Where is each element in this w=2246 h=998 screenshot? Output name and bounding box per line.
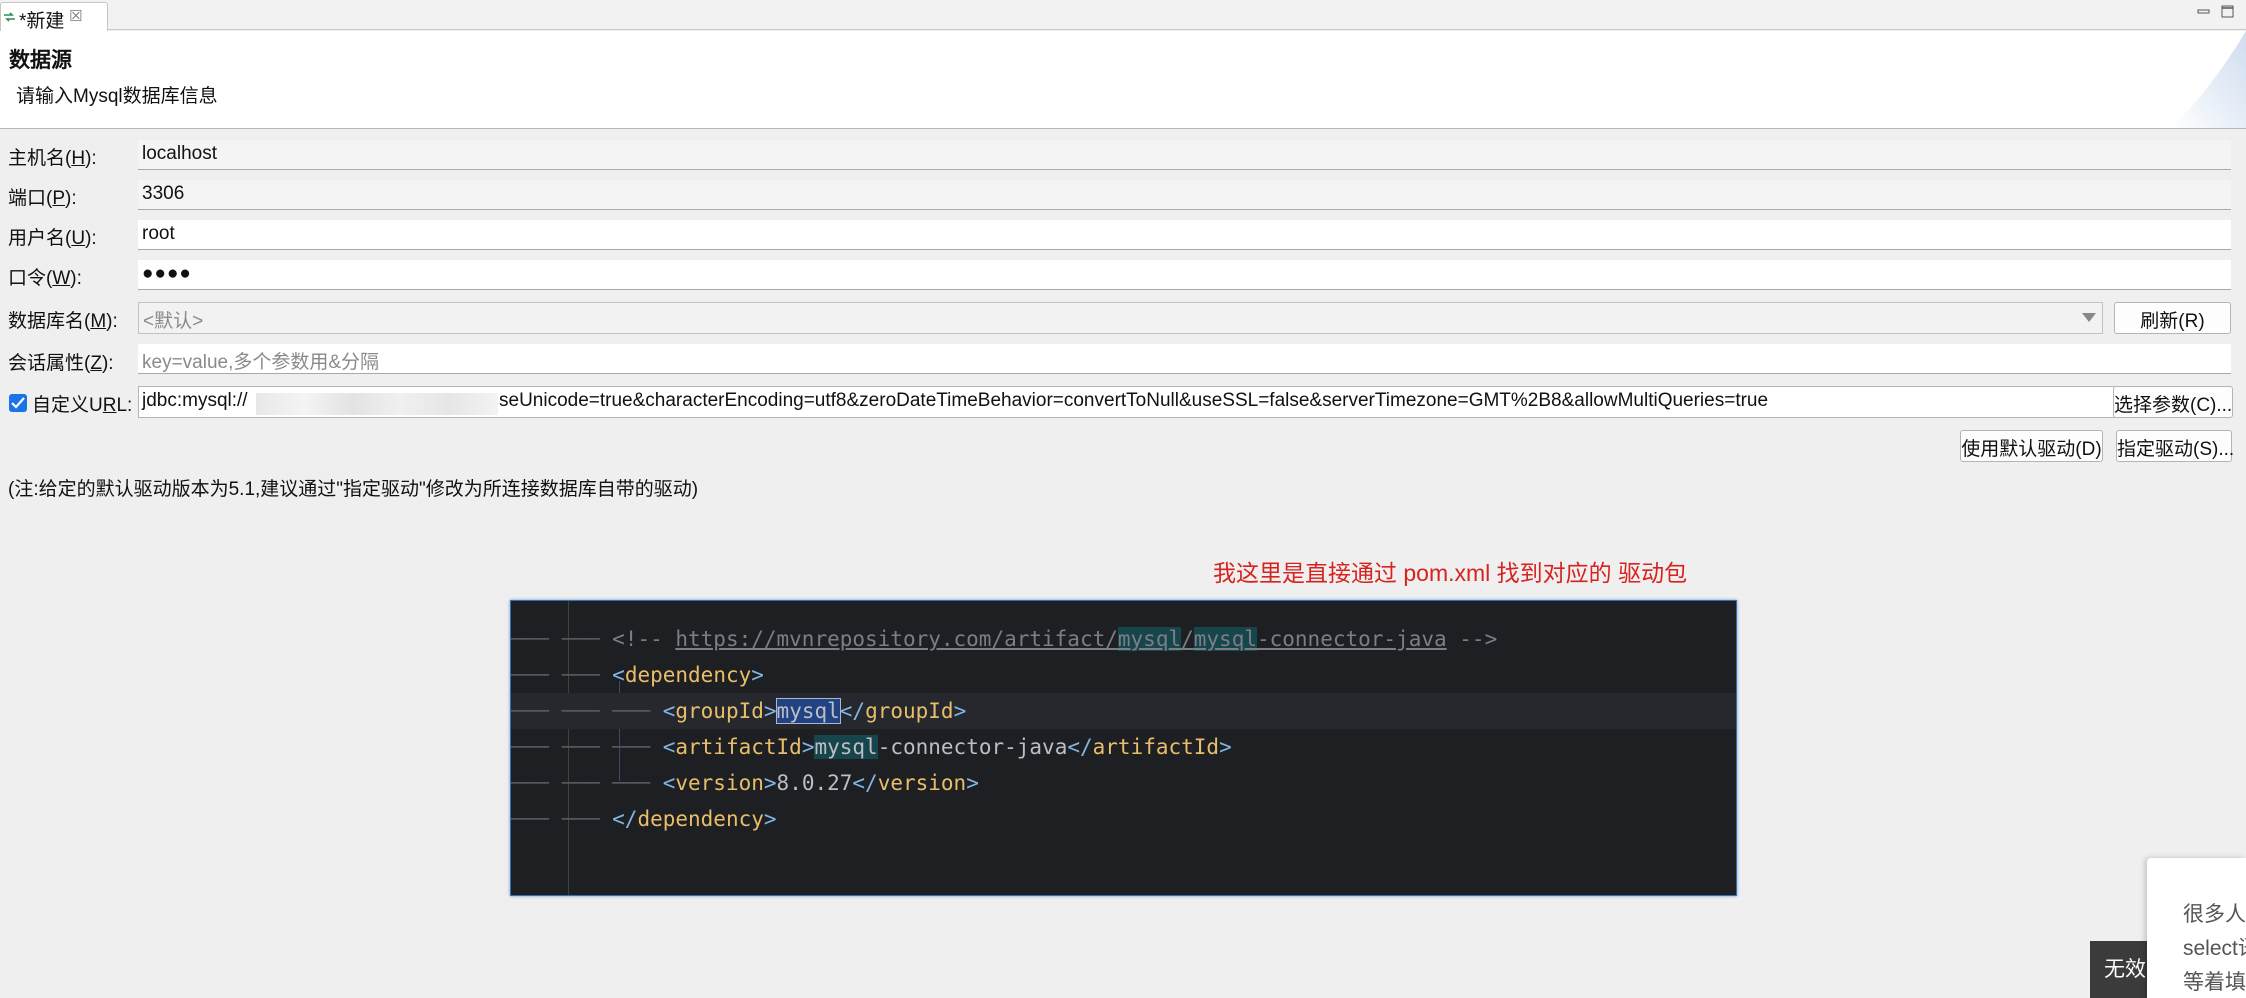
toast-message: 无效	[2090, 941, 2150, 998]
custom-url-label: 自定义URL:	[32, 395, 133, 416]
redacted-host-mosaic	[256, 393, 498, 415]
code-line: ─── ─── ─── <artifactId>mysql-connector-…	[511, 735, 1232, 759]
driver-note: (注:给定的默认驱动版本为5.1,建议通过"指定驱动"修改为所连接数据库自带的驱…	[8, 479, 699, 500]
page-title: 数据源	[9, 49, 72, 72]
minimize-icon[interactable]	[2196, 4, 2212, 20]
pom-xml-code-snippet: ─── ─── <!-- https://mvnrepository.com/a…	[510, 600, 1737, 896]
custom-url-checkbox[interactable]	[9, 394, 27, 412]
port-field[interactable]: 3306	[138, 180, 2231, 210]
set-driver-button[interactable]: 指定驱动(S)...	[2116, 430, 2234, 462]
host-label: 主机名(H):	[8, 148, 97, 169]
wizard-banner-graphic	[2171, 31, 2246, 128]
popup-line: select语	[2183, 937, 2246, 960]
port-label: 端口(P):	[8, 188, 77, 209]
user-label: 用户名(U):	[8, 228, 97, 249]
code-line: ─── ─── ─── <version>8.0.27</version>	[511, 771, 979, 795]
custom-url-prefix: jdbc:mysql://	[142, 390, 248, 411]
use-default-driver-button[interactable]: 使用默认驱动(D)	[1960, 430, 2103, 462]
refresh-button[interactable]: 刷新(R)	[2114, 302, 2231, 334]
database-select[interactable]: <默认>	[138, 302, 2103, 334]
code-line: ─── ─── <dependency>	[511, 663, 764, 687]
wizard-header: 数据源 请输入Mysql数据库信息	[0, 31, 2246, 129]
code-line: ─── ─── </dependency>	[511, 807, 777, 831]
host-field[interactable]: localhost	[138, 140, 2231, 170]
username-field[interactable]: root	[138, 220, 2231, 250]
code-line-current: ─── ─── ─── <groupId>mysql</groupId>	[511, 693, 1736, 729]
session-label: 会话属性(Z):	[8, 353, 114, 374]
page-description: 请输入Mysql数据库信息	[16, 86, 218, 107]
datasource-icon	[4, 12, 15, 22]
popup-line: 很多人	[2183, 903, 2246, 926]
popup-line: 等着填	[2183, 971, 2246, 994]
close-icon[interactable]: ☒	[69, 7, 82, 25]
database-select-value: <默认>	[143, 311, 204, 332]
red-annotation: 我这里是直接通过 pom.xml 找到对应的 驱动包	[1213, 560, 1688, 586]
session-properties-field[interactable]: key=value,多个参数用&分隔	[138, 344, 2231, 374]
checkmark-icon	[11, 397, 25, 409]
password-field[interactable]: ●●●●	[138, 260, 2231, 290]
database-label: 数据库名(M):	[8, 311, 118, 332]
editor-tab-bar: *新建 ☒	[0, 0, 2246, 32]
code-line: ─── ─── <!-- https://mvnrepository.com/a…	[511, 627, 1498, 651]
tab-new[interactable]: *新建 ☒	[0, 2, 108, 32]
side-popup[interactable]: 很多人 select语 等着填	[2147, 858, 2246, 998]
maximize-icon[interactable]	[2220, 4, 2236, 20]
password-label: 口令(W):	[8, 268, 82, 289]
chevron-down-icon[interactable]	[2082, 313, 2096, 322]
custom-url-suffix: seUnicode=true&characterEncoding=utf8&ze…	[499, 390, 1769, 411]
choose-params-button[interactable]: 选择参数(C)...	[2113, 386, 2233, 418]
tab-label: *新建	[19, 11, 65, 32]
session-placeholder: key=value,多个参数用&分隔	[142, 352, 380, 373]
